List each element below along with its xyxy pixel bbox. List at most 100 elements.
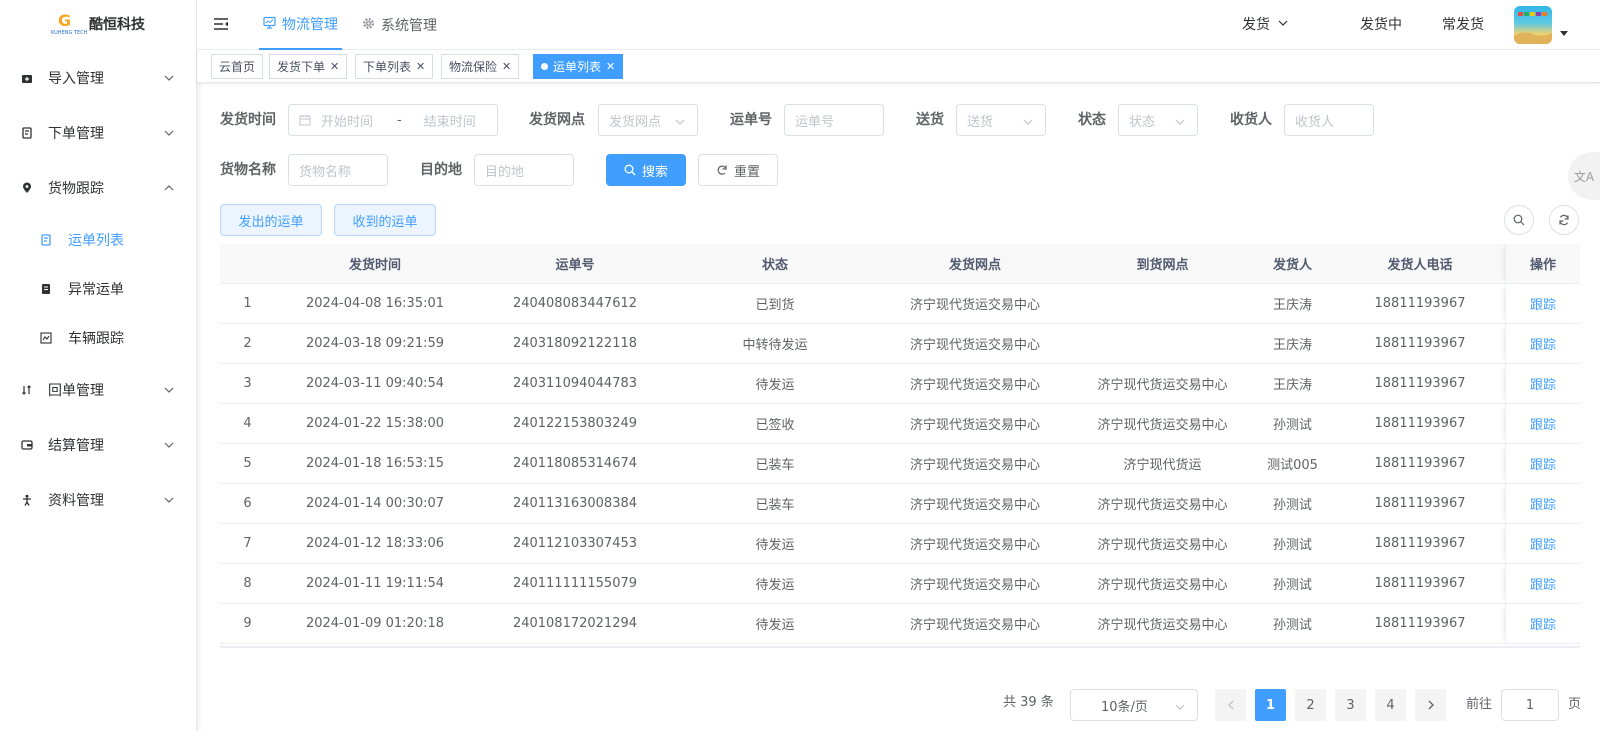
track-link[interactable]: 跟踪: [1505, 484, 1580, 523]
table-row[interactable]: 2 2024-03-18 09:21:59 240318092122118 中转待发运…: [220, 324, 1580, 364]
sidebar-item-label: 资料管理: [48, 492, 104, 509]
cell-from: 济宁现代货运交易中心: [909, 498, 1040, 513]
page-button[interactable]: 2: [1295, 689, 1326, 721]
toggle-search-button[interactable]: [1504, 205, 1534, 235]
shipping-link[interactable]: 发货中: [1360, 0, 1402, 48]
cell-sender: 孙测试: [1272, 618, 1312, 633]
sidebar-item-receipt[interactable]: 回单管理: [0, 362, 196, 417]
sidebar-item-abnormal-waybill[interactable]: 异常运单: [0, 264, 196, 313]
sidebar-item-tracking[interactable]: 货物跟踪: [0, 160, 196, 215]
chevron-down-icon: [1023, 116, 1033, 126]
goto-prefix: 前往: [1466, 697, 1493, 712]
close-icon[interactable]: ✕: [502, 61, 511, 72]
sidebar-item-vehicle-tracking[interactable]: 车辆跟踪: [0, 313, 196, 362]
cell-no: 240113163008384: [512, 496, 638, 511]
track-link[interactable]: 跟踪: [1505, 404, 1580, 443]
chevron-left-icon: [1227, 700, 1235, 710]
ship-time-range-picker[interactable]: 开始时间 - 结束时间: [288, 104, 498, 136]
cell-idx: 7: [243, 536, 252, 551]
cell-no: 240111111155079: [512, 576, 638, 591]
next-page-button[interactable]: [1415, 689, 1446, 721]
table-row[interactable]: 9 2024-01-09 01:20:18 240108172021294 待发运 济宁…: [220, 604, 1580, 644]
column-header: 发货网点: [948, 258, 1001, 273]
caret-down-icon[interactable]: [1560, 31, 1568, 36]
avatar[interactable]: [1514, 6, 1552, 44]
cell-status: 待发运: [755, 538, 795, 553]
profile-icon: [20, 493, 34, 507]
track-link[interactable]: 跟踪: [1505, 284, 1580, 323]
frequent-ship-link[interactable]: 常发货: [1442, 0, 1484, 48]
table-row[interactable]: 6 2024-01-14 00:30:07 240113163008384 已装车 济宁…: [220, 484, 1580, 524]
refresh-icon: [1558, 214, 1570, 226]
pagination-total: 共 39 条: [1003, 695, 1054, 710]
reset-button[interactable]: 重置: [698, 154, 778, 186]
tab-system[interactable]: 系统管理: [362, 0, 437, 50]
table-row[interactable]: 1 2024-04-08 16:35:01 240408083447612 已到货 济宁…: [220, 284, 1580, 324]
chevron-down-icon: [164, 383, 174, 393]
goto-page-input[interactable]: 1: [1501, 689, 1559, 721]
prev-page-button[interactable]: [1215, 689, 1246, 721]
cell-from: 济宁现代货运交易中心: [909, 618, 1040, 633]
menu-toggle-icon[interactable]: [213, 16, 229, 32]
delivery-select[interactable]: 送货: [956, 104, 1046, 136]
ship-point-select[interactable]: 发货网点: [598, 104, 698, 136]
table-row[interactable]: 7 2024-01-12 18:33:06 240112103307453 待发运 济宁…: [220, 524, 1580, 564]
ship-dropdown[interactable]: 发货: [1242, 0, 1288, 48]
refresh-button[interactable]: [1549, 205, 1579, 235]
logo[interactable]: G KUHENG TECH 酷恒科技: [0, 0, 196, 48]
receiver-input[interactable]: 收货人: [1284, 104, 1374, 136]
goto-suffix: 页: [1568, 697, 1582, 712]
cell-time: 2024-03-18 09:21:59: [305, 336, 445, 351]
track-link[interactable]: 跟踪: [1505, 324, 1580, 363]
close-icon[interactable]: ✕: [416, 61, 425, 72]
close-icon[interactable]: ✕: [606, 61, 615, 72]
search-button[interactable]: 搜索: [606, 154, 686, 186]
tag-waybill-list[interactable]: 运单列表 ✕: [533, 54, 624, 79]
tag-order-list[interactable]: 下单列表 ✕: [355, 54, 434, 79]
received-waybills-button[interactable]: 收到的运单: [334, 204, 436, 236]
tag-cloud-home[interactable]: 云首页: [211, 54, 264, 79]
waybill-no-input[interactable]: 运单号: [784, 104, 884, 136]
table-row[interactable]: 3 2024-03-11 09:40:54 240311094044783 待发运 济宁…: [220, 364, 1580, 404]
chevron-up-icon: [164, 181, 174, 191]
cell-no: 240112103307453: [512, 536, 638, 551]
chevron-down-icon: [1175, 116, 1185, 126]
sidebar-item-order[interactable]: 下单管理: [0, 105, 196, 160]
page-button[interactable]: 1: [1255, 689, 1286, 721]
page-button[interactable]: 3: [1335, 689, 1366, 721]
table-row[interactable]: 4 2024-01-22 15:38:00 240122153803249 已签收 济宁…: [220, 404, 1580, 444]
tag-logistics-insurance[interactable]: 物流保险 ✕: [441, 54, 520, 79]
tag-ship-order[interactable]: 发货下单 ✕: [269, 54, 348, 79]
sidebar-item-waybill-list[interactable]: 运单列表: [0, 215, 196, 264]
goods-name-input[interactable]: 货物名称: [288, 154, 388, 186]
destination-input[interactable]: 目的地: [474, 154, 574, 186]
active-dot-icon: [541, 63, 548, 70]
status-select[interactable]: 状态: [1118, 104, 1198, 136]
cell-to: 济宁现代货运: [1123, 458, 1202, 473]
sidebar-item-profile[interactable]: 资料管理: [0, 472, 196, 527]
column-header: 发货人电话: [1387, 258, 1453, 273]
translate-icon[interactable]: 文A: [1568, 152, 1600, 200]
sidebar-item-import[interactable]: 导入管理: [0, 50, 196, 105]
sent-waybills-button[interactable]: 发出的运单: [220, 204, 322, 236]
track-link[interactable]: 跟踪: [1505, 444, 1580, 483]
tab-logistics[interactable]: 物流管理: [259, 0, 342, 50]
cell-no: 240108172021294: [512, 616, 638, 631]
track-link[interactable]: 跟踪: [1505, 564, 1580, 603]
tab-label: 系统管理: [381, 18, 437, 34]
cell-to: [1075, 284, 1250, 323]
track-link[interactable]: 跟踪: [1505, 524, 1580, 563]
close-icon[interactable]: ✕: [330, 61, 339, 72]
track-link[interactable]: 跟踪: [1505, 364, 1580, 403]
page-size-select[interactable]: 10条/页: [1070, 689, 1198, 721]
receipt-return-icon: [20, 383, 34, 397]
cell-idx: 3: [243, 376, 252, 391]
page-button[interactable]: 4: [1375, 689, 1406, 721]
sidebar-item-settlement[interactable]: 结算管理: [0, 417, 196, 472]
horizontal-scrollbar[interactable]: [220, 646, 1580, 648]
track-link[interactable]: 跟踪: [1505, 604, 1580, 643]
table-row[interactable]: 5 2024-01-18 16:53:15 240118085314674 已装车 济宁…: [220, 444, 1580, 484]
gear-icon: [362, 17, 375, 34]
location-pin-icon: [20, 181, 34, 195]
table-row[interactable]: 8 2024-01-11 19:11:54 240111111155079 待发运 济宁…: [220, 564, 1580, 604]
